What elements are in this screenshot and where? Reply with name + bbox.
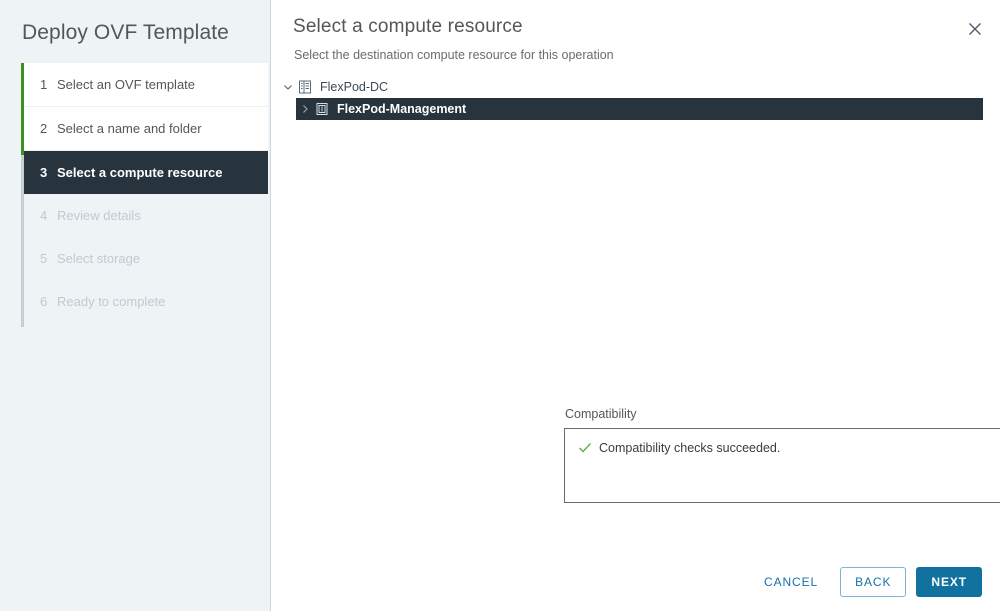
wizard-footer: CANCEL BACK NEXT <box>271 553 1000 611</box>
sidebar-step-2-number: 2 <box>40 121 57 136</box>
sidebar-step-5-label: Select storage <box>57 251 140 266</box>
compute-resource-tree: FlexPod-DC FlexPod-Management <box>271 76 1000 120</box>
compatibility-box: Compatibility checks succeeded. <box>564 428 1000 503</box>
wizard-steps-container: 1 Select an OVF template 2 Select a name… <box>0 63 270 323</box>
close-button[interactable] <box>962 16 988 42</box>
compatibility-message: Compatibility checks succeeded. <box>599 440 780 456</box>
chevron-right-icon[interactable] <box>296 100 314 118</box>
datacenter-icon <box>297 79 313 95</box>
sidebar-step-2-label: Select a name and folder <box>57 121 202 136</box>
tree-node-label: FlexPod-DC <box>320 76 388 98</box>
compatibility-message-row: Compatibility checks succeeded. <box>577 440 1000 456</box>
check-icon <box>577 440 593 456</box>
sidebar-step-3-label: Select a compute resource <box>57 165 222 180</box>
sidebar-step-6-number: 6 <box>40 294 57 309</box>
wizard-sidebar: Deploy OVF Template 1 Select an OVF temp… <box>0 0 271 611</box>
sidebar-step-4-number: 4 <box>40 208 57 223</box>
deploy-ovf-template-wizard: Deploy OVF Template 1 Select an OVF temp… <box>0 0 1000 611</box>
sidebar-step-1[interactable]: 1 Select an OVF template <box>24 63 268 106</box>
chevron-down-icon[interactable] <box>279 78 297 96</box>
sidebar-step-1-number: 1 <box>40 77 57 92</box>
page-title: Select a compute resource <box>293 14 976 40</box>
sidebar-step-4-label: Review details <box>57 208 141 223</box>
sidebar-step-5[interactable]: 5 Select storage <box>24 237 268 280</box>
tree-node-flexpod-dc[interactable]: FlexPod-DC <box>279 76 983 98</box>
wizard-main-panel: Select a compute resource Select the des… <box>271 0 1000 611</box>
sidebar-step-5-number: 5 <box>40 251 57 266</box>
sidebar-step-1-label: Select an OVF template <box>57 77 195 92</box>
sidebar-step-3-number: 3 <box>40 165 57 180</box>
next-button[interactable]: NEXT <box>916 567 982 597</box>
sidebar-step-6-label: Ready to complete <box>57 294 165 309</box>
page-subtitle: Select the destination compute resource … <box>294 47 976 63</box>
tree-node-flexpod-management[interactable]: FlexPod-Management <box>296 98 983 120</box>
sidebar-step-2[interactable]: 2 Select a name and folder <box>24 107 268 150</box>
sidebar-step-6[interactable]: 6 Ready to complete <box>24 280 268 323</box>
sidebar-step-3[interactable]: 3 Select a compute resource <box>24 151 268 194</box>
compatibility-section: Compatibility Compatibility checks succe… <box>564 406 1000 503</box>
close-icon <box>968 22 982 36</box>
back-button[interactable]: BACK <box>840 567 906 597</box>
wizard-title: Deploy OVF Template <box>0 0 270 47</box>
wizard-step-list: 1 Select an OVF template 2 Select a name… <box>0 63 270 323</box>
tree-node-label: FlexPod-Management <box>337 98 466 120</box>
cluster-icon <box>314 101 330 117</box>
cancel-button[interactable]: CANCEL <box>750 567 832 597</box>
panel-header: Select a compute resource Select the des… <box>271 0 1000 63</box>
sidebar-step-4[interactable]: 4 Review details <box>24 194 268 237</box>
compatibility-label: Compatibility <box>565 406 1000 422</box>
